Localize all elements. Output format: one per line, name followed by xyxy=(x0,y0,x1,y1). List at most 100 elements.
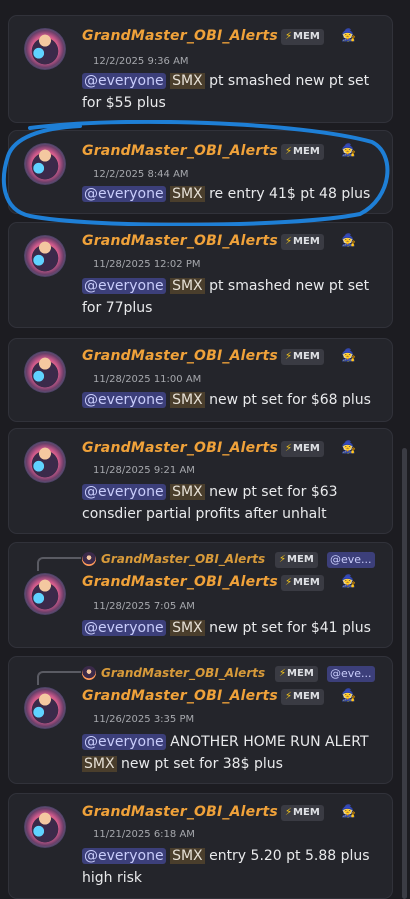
message-card: GrandMaster_OBI_Alerts ⚡MEM @eve... Gran… xyxy=(8,542,393,648)
robed-figure-icon: 🧙 xyxy=(341,688,356,702)
message-text: @everyone ANOTHER HOME RUN ALERT SMX new… xyxy=(82,731,369,775)
avatar[interactable] xyxy=(24,687,66,729)
avatar[interactable] xyxy=(24,441,66,483)
reply-username[interactable]: GrandMaster_OBI_Alerts xyxy=(101,666,265,680)
message-line: new pt set for $68 plus xyxy=(209,392,371,408)
mem-tag: ⚡MEM xyxy=(275,552,318,568)
message-card: GrandMaster_OBI_Alerts ⚡MEM 🧙 11/28/2025… xyxy=(8,338,393,422)
robed-figure-icon: 🧙 xyxy=(341,804,356,818)
timestamp: 11/21/2025 6:18 AM xyxy=(93,829,195,840)
robed-figure-icon: 🧙 xyxy=(341,28,356,42)
ticker-tag: SMX xyxy=(170,484,205,500)
username[interactable]: GrandMaster_OBI_Alerts xyxy=(82,348,278,364)
lightning-icon: ⚡ xyxy=(285,691,293,702)
mem-tag: ⚡MEM xyxy=(281,349,324,365)
message-line: pt smashed new pt set xyxy=(209,73,370,89)
ticker-tag: SMX xyxy=(170,186,205,202)
reply-mention[interactable]: @eve... xyxy=(327,666,375,682)
avatar[interactable] xyxy=(24,573,66,615)
message-text: @everyone SMX pt smashed new pt set for … xyxy=(82,70,369,114)
username[interactable]: GrandMaster_OBI_Alerts xyxy=(82,688,278,704)
reply-connector xyxy=(37,671,81,685)
lightning-icon: ⚡ xyxy=(285,236,293,247)
message-line: new pt set for $63 xyxy=(209,484,338,500)
lightning-icon: ⚡ xyxy=(285,31,293,42)
timestamp: 11/28/2025 11:00 AM xyxy=(93,374,202,385)
mem-tag: ⚡MEM xyxy=(281,144,324,160)
message-text: @everyone SMX pt smashed new pt set for … xyxy=(82,275,369,319)
reply-avatar[interactable] xyxy=(82,552,96,566)
everyone-mention[interactable]: @everyone xyxy=(82,484,166,500)
robed-figure-icon: 🧙 xyxy=(341,574,356,588)
lightning-icon: ⚡ xyxy=(285,351,293,362)
timestamp: 12/2/2025 8:44 AM xyxy=(93,169,189,180)
lightning-icon: ⚡ xyxy=(285,807,293,818)
everyone-mention[interactable]: @everyone xyxy=(82,186,166,202)
message-card: GrandMaster_OBI_Alerts ⚡MEM 🧙 11/28/2025… xyxy=(8,428,393,534)
timestamp: 12/2/2025 9:36 AM xyxy=(93,56,189,67)
message-line: new pt set for 38$ plus xyxy=(121,756,283,772)
mem-tag: ⚡MEM xyxy=(275,666,318,682)
reply-connector xyxy=(37,557,81,571)
reply-avatar[interactable] xyxy=(82,666,96,680)
mem-tag: ⚡MEM xyxy=(281,575,324,591)
message-line: new pt set for $41 plus xyxy=(209,620,371,636)
message-text: @everyone SMX new pt set for $41 plus xyxy=(82,617,371,639)
message-line: re entry 41$ pt 48 plus xyxy=(209,186,371,202)
robed-figure-icon: 🧙 xyxy=(341,233,356,247)
username[interactable]: GrandMaster_OBI_Alerts xyxy=(82,28,278,44)
message-card: GrandMaster_OBI_Alerts ⚡MEM 🧙 11/28/2025… xyxy=(8,222,393,328)
avatar[interactable] xyxy=(24,351,66,393)
avatar[interactable] xyxy=(24,806,66,848)
avatar[interactable] xyxy=(24,143,66,185)
everyone-mention[interactable]: @everyone xyxy=(82,848,166,864)
message-text: @everyone SMX entry 5.20 pt 5.88 plus hi… xyxy=(82,845,370,889)
ticker-tag: SMX xyxy=(82,756,117,772)
username[interactable]: GrandMaster_OBI_Alerts xyxy=(82,440,278,456)
mem-tag: ⚡MEM xyxy=(281,29,324,45)
message-line: consdier partial profits after unhalt xyxy=(82,506,327,522)
message-line: for 77plus xyxy=(82,300,153,316)
robed-figure-icon: 🧙 xyxy=(341,440,356,454)
timestamp: 11/28/2025 9:21 AM xyxy=(93,465,195,476)
everyone-mention[interactable]: @everyone xyxy=(82,734,166,750)
message-line: ANOTHER HOME RUN ALERT xyxy=(170,734,369,750)
robed-figure-icon: 🧙 xyxy=(341,348,356,362)
lightning-icon: ⚡ xyxy=(279,668,287,679)
username[interactable]: GrandMaster_OBI_Alerts xyxy=(82,574,278,590)
username[interactable]: GrandMaster_OBI_Alerts xyxy=(82,233,278,249)
reply-mention[interactable]: @eve... xyxy=(327,552,375,568)
message-text: @everyone SMX new pt set for $68 plus xyxy=(82,389,371,411)
ticker-tag: SMX xyxy=(170,73,205,89)
reply-username[interactable]: GrandMaster_OBI_Alerts xyxy=(101,552,265,566)
everyone-mention[interactable]: @everyone xyxy=(82,73,166,89)
mem-tag: ⚡MEM xyxy=(281,805,324,821)
lightning-icon: ⚡ xyxy=(285,577,293,588)
timestamp: 11/26/2025 3:35 PM xyxy=(93,714,195,725)
message-text: @everyone SMX new pt set for $63 consdie… xyxy=(82,481,338,525)
message-text: @everyone SMX re entry 41$ pt 48 plus xyxy=(82,183,370,205)
message-card: GrandMaster_OBI_Alerts ⚡MEM @eve... Gran… xyxy=(8,656,393,784)
mem-tag: ⚡MEM xyxy=(281,234,324,250)
mem-tag: ⚡MEM xyxy=(281,689,324,705)
message-line: entry 5.20 pt 5.88 plus xyxy=(209,848,370,864)
username[interactable]: GrandMaster_OBI_Alerts xyxy=(82,143,278,159)
ticker-tag: SMX xyxy=(170,278,205,294)
everyone-mention[interactable]: @everyone xyxy=(82,392,166,408)
lightning-icon: ⚡ xyxy=(279,554,287,565)
message-line: pt smashed new pt set xyxy=(209,278,370,294)
avatar[interactable] xyxy=(24,28,66,70)
ticker-tag: SMX xyxy=(170,848,205,864)
lightning-icon: ⚡ xyxy=(285,146,293,157)
username[interactable]: GrandMaster_OBI_Alerts xyxy=(82,804,278,820)
scrollbar-thumb[interactable] xyxy=(402,448,407,899)
mem-tag: ⚡MEM xyxy=(281,441,324,457)
everyone-mention[interactable]: @everyone xyxy=(82,278,166,294)
lightning-icon: ⚡ xyxy=(285,443,293,454)
robed-figure-icon: 🧙 xyxy=(341,143,356,157)
message-card: GrandMaster_OBI_Alerts ⚡MEM 🧙 12/2/2025 … xyxy=(8,15,393,123)
avatar[interactable] xyxy=(24,235,66,277)
everyone-mention[interactable]: @everyone xyxy=(82,620,166,636)
ticker-tag: SMX xyxy=(170,392,205,408)
message-card: GrandMaster_OBI_Alerts ⚡MEM 🧙 12/2/2025 … xyxy=(8,130,393,214)
